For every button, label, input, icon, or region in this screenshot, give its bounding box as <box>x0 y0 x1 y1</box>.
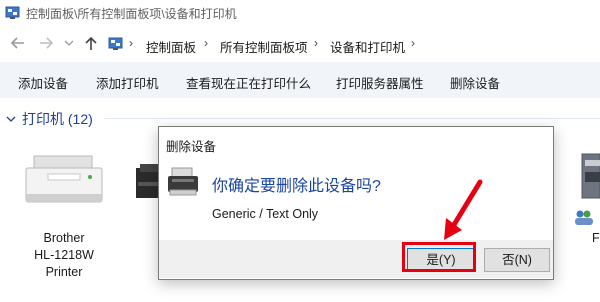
chevron-down-icon[interactable] <box>64 39 74 47</box>
arrow-left-icon[interactable] <box>10 36 26 50</box>
printer-name-line: Brother <box>43 231 85 245</box>
title-bar: 控制面板\所有控制面板项\设备和打印机 <box>0 0 600 26</box>
printer-name-line: Printer <box>45 265 83 279</box>
no-button[interactable]: 否(N) <box>484 248 550 272</box>
printer-icon <box>168 167 198 196</box>
add-printer-button[interactable]: 添加打印机 <box>96 73 159 92</box>
breadcrumb-devices-printers[interactable]: 设备和打印机 <box>330 37 405 56</box>
chevron-right-icon[interactable]: › <box>411 36 415 50</box>
chevron-right-icon[interactable]: › <box>204 36 208 50</box>
dialog-question: 你确定要删除此设备吗? <box>212 178 381 195</box>
breadcrumb-all-items[interactable]: 所有控制面板项 <box>220 37 308 56</box>
shared-users-icon <box>575 210 593 225</box>
printer-item-brother[interactable]: Brother HL-1218W Printer <box>18 150 110 280</box>
chevron-right-icon[interactable]: › <box>129 36 133 50</box>
yes-button[interactable]: 是(Y) <box>407 248 475 272</box>
window-title: 控制面板\所有控制面板项\设备和打印机 <box>26 7 237 21</box>
printer-item-right[interactable]: F <box>566 150 600 280</box>
arrow-right-icon[interactable] <box>38 36 54 50</box>
collapse-group-toggle[interactable] <box>6 111 16 129</box>
add-device-button[interactable]: 添加设备 <box>18 73 68 92</box>
remove-device-button[interactable]: 删除设备 <box>450 73 500 92</box>
chevron-right-icon[interactable]: › <box>314 36 318 50</box>
red-arrow-icon <box>444 179 483 240</box>
control-panel-icon <box>5 6 20 19</box>
printer-icon <box>25 155 103 203</box>
printer-group-header[interactable]: 打印机 (12) <box>22 109 93 129</box>
printer-name-line: HL-1218W <box>34 248 94 262</box>
printer-icon[interactable] <box>134 160 158 206</box>
printer-icon <box>581 153 600 199</box>
print-server-properties-button[interactable]: 打印服务器属性 <box>336 73 424 92</box>
group-divider <box>104 118 600 119</box>
see-whats-printing-button[interactable]: 查看现在正在打印什么 <box>186 73 311 92</box>
dialog-device-name: Generic / Text Only <box>212 207 319 221</box>
control-panel-icon <box>108 37 123 50</box>
breadcrumb-control-panel[interactable]: 控制面板 <box>146 37 196 56</box>
chevron-down-icon[interactable] <box>6 114 16 124</box>
dialog-title: 删除设备 <box>166 140 217 154</box>
printer-name-line: F <box>592 231 600 245</box>
arrow-up-icon[interactable] <box>84 35 98 51</box>
